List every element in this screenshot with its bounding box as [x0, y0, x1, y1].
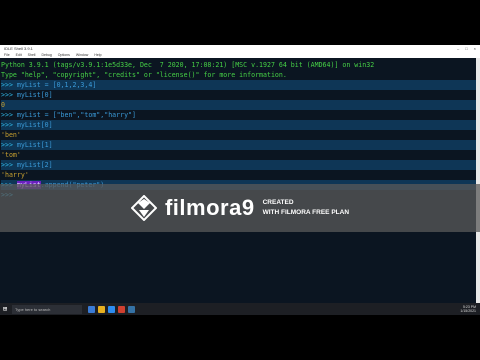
input-code: myList[1]	[12, 141, 53, 149]
console-line: >>> myList[1]	[1, 140, 476, 150]
idle-shell-window: IDLE Shell 3.9.1 – □ × File Edit Shell D…	[0, 45, 480, 315]
watermark-line1: CREATED	[262, 199, 294, 206]
close-button[interactable]: ×	[474, 46, 476, 51]
prompt: >>>	[1, 111, 13, 119]
console-line: >>> myList = [0,1,2,3,4]	[1, 80, 476, 90]
edge-icon[interactable]	[108, 305, 115, 313]
console-line: Python 3.9.1 (tags/v3.9.1:1e5d33e, Dec 7…	[1, 60, 476, 70]
title-bar: IDLE Shell 3.9.1 – □ ×	[0, 45, 480, 52]
console-line: Type "help", "copyright", "credits" or "…	[1, 70, 476, 80]
watermark-caption: CREATED WITH FILMORA FREE PLAN	[263, 198, 349, 218]
output-value: 0	[1, 101, 5, 109]
output-value: 'tom'	[1, 151, 21, 159]
menu-file[interactable]: File	[4, 53, 10, 57]
menu-options[interactable]: Options	[58, 53, 70, 57]
prompt: >>>	[1, 81, 13, 89]
console-line: 'harry'	[1, 170, 476, 180]
console-line: 'ben'	[1, 130, 476, 140]
task-view-icon[interactable]	[88, 305, 95, 313]
banner-text: Python 3.9.1 (tags/v3.9.1:1e5d33e, Dec 7…	[1, 61, 375, 69]
menu-debug[interactable]: Debug	[41, 53, 51, 57]
windows-start-icon[interactable]: ⊞	[0, 303, 10, 315]
output-value: 'ben'	[1, 131, 21, 139]
console-line: >>> myList[2]	[1, 160, 476, 170]
prompt: >>>	[1, 141, 13, 149]
brand-version: 9	[241, 195, 255, 220]
output-value: 'harry'	[1, 171, 29, 179]
console-line: >>> myList = ["ben","tom","harry"]	[1, 110, 476, 120]
console-line: >>> myList[0]	[1, 90, 476, 100]
input-code: myList = ["ben","tom","harry"]	[12, 111, 136, 119]
file-explorer-icon[interactable]	[98, 305, 105, 313]
input-code: myList[0]	[12, 91, 53, 99]
input-code: myList = [0,1,2,3,4]	[12, 81, 97, 89]
prompt: >>>	[1, 161, 13, 169]
console-line: >>> myList[0]	[1, 120, 476, 130]
brand-name: filmora	[164, 195, 242, 220]
window-title: IDLE Shell 3.9.1	[4, 46, 33, 51]
taskbar-apps	[88, 305, 135, 313]
filmora-brand: filmora9	[165, 195, 255, 221]
watermark-line2: WITH FILMORA FREE PLAN	[262, 209, 350, 216]
menu-shell[interactable]: Shell	[28, 53, 36, 57]
taskbar-search-input[interactable]: Type here to search	[12, 304, 82, 314]
input-code: myList[0]	[12, 121, 53, 129]
vertical-scrollbar[interactable]	[476, 58, 480, 308]
python-icon[interactable]	[128, 305, 135, 313]
clock-date: 1/15/2021	[460, 309, 476, 313]
prompt: >>>	[1, 91, 13, 99]
help-text: Type "help", "copyright", "credits" or "…	[1, 71, 287, 79]
menu-window[interactable]: Window	[76, 53, 88, 57]
console-line: 0	[1, 100, 476, 110]
filmora-watermark: filmora9 CREATED WITH FILMORA FREE PLAN	[0, 184, 480, 232]
menu-help[interactable]: Help	[94, 53, 101, 57]
input-code: myList[2]	[12, 161, 53, 169]
mail-icon[interactable]	[118, 305, 125, 313]
windows-taskbar: ⊞ Type here to search 5:23 PM 1/15/2021	[0, 303, 480, 315]
prompt: >>>	[1, 121, 13, 129]
menu-edit[interactable]: Edit	[16, 53, 22, 57]
shell-console[interactable]: Python 3.9.1 (tags/v3.9.1:1e5d33e, Dec 7…	[0, 58, 476, 308]
minimize-button[interactable]: –	[457, 46, 459, 51]
system-tray[interactable]: 5:23 PM 1/15/2021	[460, 305, 476, 313]
maximize-button[interactable]: □	[465, 46, 467, 51]
console-line: 'tom'	[1, 150, 476, 160]
filmora-logo-icon	[130, 194, 158, 222]
